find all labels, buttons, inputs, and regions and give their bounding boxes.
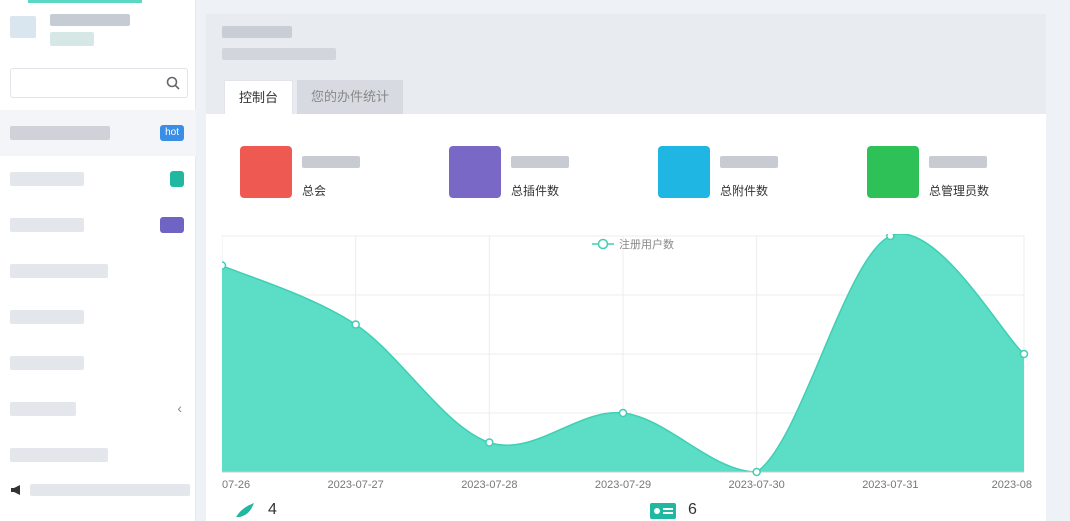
sidebar-item-label <box>10 264 108 278</box>
stat-card-3[interactable]: 总管理员数 <box>867 144 1067 200</box>
data-point-0 <box>222 261 227 270</box>
stat-value <box>720 156 778 168</box>
x-tick-label: 2023-07-28 <box>461 479 517 491</box>
x-tick-label: 2023-07-30 <box>729 479 785 491</box>
sidebar-item-label <box>10 402 76 416</box>
plugin-icon <box>449 146 501 198</box>
legend-marker <box>597 238 609 250</box>
x-tick-label: 2023-07-27 <box>328 479 384 491</box>
id-card-icon <box>650 503 676 519</box>
data-point-5 <box>886 234 895 241</box>
admin-icon <box>867 146 919 198</box>
shop-icon <box>240 146 292 198</box>
registered-users-chart: 07-26 2023-07-27 2023-07-28 2023-07-29 2023-… <box>222 234 1032 491</box>
tab-dashboard[interactable]: 控制台 <box>224 80 294 114</box>
data-point-2 <box>485 438 494 447</box>
sidebar-item-label <box>10 172 84 186</box>
stat-label: 总附件数 <box>720 184 769 198</box>
data-point-4 <box>752 467 761 477</box>
stat-value <box>302 156 360 168</box>
sidebar-item-label <box>30 484 190 496</box>
stat-label: 总管理员数 <box>929 184 990 198</box>
x-tick-label: 2023-07-31 <box>862 479 918 491</box>
stats-row: 总会 总插件数 总附件数 总管理员数 <box>206 144 1046 204</box>
sidebar-nav: hot ‹ <box>0 110 196 478</box>
legend-label: 注册用户数 <box>619 237 674 251</box>
summary-value: 4 <box>268 501 277 518</box>
data-point-1 <box>351 320 360 329</box>
sidebar-item-3[interactable] <box>0 248 196 294</box>
stat-value <box>929 156 987 168</box>
data-point-3 <box>618 408 628 418</box>
sidebar-item-1[interactable] <box>0 156 196 202</box>
sidebar-item-label <box>10 310 84 324</box>
hot-badge: hot <box>160 125 184 141</box>
stat-card-2[interactable]: 总附件数 <box>658 144 858 200</box>
sidebar-item-label <box>10 218 84 232</box>
sidebar-announcement[interactable] <box>10 482 190 498</box>
x-tick-label: 07-26 <box>222 479 250 491</box>
chevron-left-icon[interactable]: ‹ <box>177 400 182 416</box>
stat-value <box>511 156 569 168</box>
sidebar-item-2[interactable] <box>0 202 196 248</box>
tab-bar: 控制台 您的办件统计 <box>224 80 404 114</box>
sidebar-item-0[interactable]: hot <box>0 110 196 156</box>
page-header: 控制台 您的办件统计 <box>206 14 1046 114</box>
summary-item-1: 6 <box>650 500 697 520</box>
stat-label: 总插件数 <box>511 184 560 198</box>
stat-card-1[interactable]: 总插件数 <box>449 144 649 200</box>
rocket-icon <box>236 503 254 517</box>
stat-card-0[interactable]: 总会 <box>240 144 440 200</box>
search-icon[interactable] <box>165 75 181 91</box>
sidebar-item-4[interactable] <box>0 294 196 340</box>
stat-label: 总会 <box>302 184 327 198</box>
sidebar: hot ‹ <box>0 0 196 521</box>
search-box[interactable] <box>10 68 188 98</box>
status-badge <box>160 217 184 233</box>
data-point-6 <box>1019 349 1029 359</box>
summary-value: 6 <box>688 501 697 518</box>
megaphone-icon <box>11 485 20 495</box>
sidebar-item-7[interactable] <box>0 432 196 478</box>
sidebar-item-label <box>10 356 84 370</box>
page-title <box>222 26 292 38</box>
tab-task-stats[interactable]: 您的办件统计 <box>297 80 404 114</box>
x-tick-label: 2023-07-29 <box>595 479 651 491</box>
main-content: 控制台 您的办件统计 总会 总插件数 总附件数 总管理员数 07-26 2023-… <box>206 14 1046 521</box>
brand-logo[interactable] <box>10 14 160 52</box>
sidebar-item-5[interactable] <box>0 340 196 386</box>
attachment-icon <box>658 146 710 198</box>
sidebar-accent-bar <box>28 0 142 3</box>
summary-item-0: 4 <box>234 500 277 520</box>
sidebar-item-label <box>10 126 110 140</box>
status-badge <box>170 171 184 187</box>
breadcrumb <box>222 48 336 60</box>
search-input[interactable] <box>11 69 161 97</box>
sidebar-item-6[interactable]: ‹ <box>0 386 196 432</box>
x-tick-label: 2023-08 <box>992 479 1032 491</box>
sidebar-item-label <box>10 448 108 462</box>
